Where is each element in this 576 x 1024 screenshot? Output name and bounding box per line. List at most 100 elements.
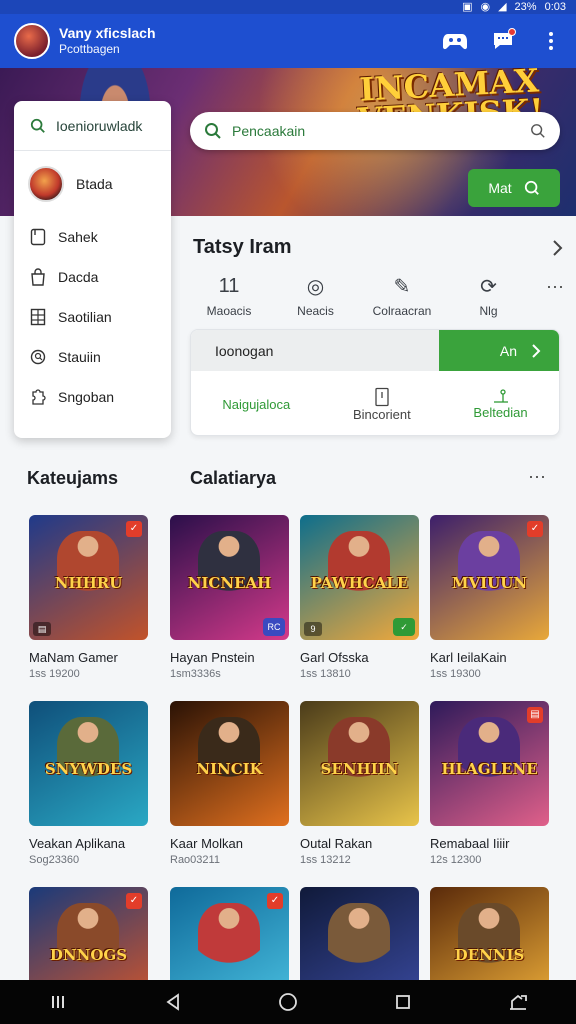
document-icon [375,387,389,406]
search-icon [30,118,45,133]
action-card: Ioonogan An Naigujaloca Bincorient Belte… [190,329,560,436]
game-corner-badge: ✓ [393,618,415,636]
game-thumbnail[interactable]: MVIUUN ✓ [430,515,549,640]
home-icon[interactable] [268,982,308,1022]
game-thumbnail[interactable]: PAWHCALE 9 ✓ [300,515,419,640]
action-card-button[interactable]: An [439,330,559,371]
game-card[interactable]: NINCIK Kaar Molkan Rao03211 [170,701,289,866]
quick-actions-header[interactable]: Tatsy Iram [193,236,563,259]
drawer-item-label: Sahek [58,229,98,245]
avatar [28,166,64,202]
drawer-user[interactable]: Btada [14,151,171,217]
quick-item-glyph: ◎ [306,275,325,298]
game-thumbnail[interactable]: HLAGLENE ▤ [430,701,549,826]
nfc-icon: ▣ [462,1,473,13]
game-downloads: Rao03211 [170,854,220,866]
action-card-cells: Naigujaloca Bincorient Beltedian [191,371,559,435]
game-card[interactable]: HLAGLENE ▤ Remabaal Iiiir 12s 12300 [430,701,549,866]
bookmark-icon [30,228,46,246]
game-controller-icon[interactable] [442,28,468,54]
game-thumbnail[interactable]: SNYWDES [29,701,148,826]
drawer-search[interactable]: Ioenioruwladk [14,101,171,151]
game-downloads: 1sm3336s [170,668,221,680]
search-input[interactable] [232,123,530,139]
search-circle-icon [30,349,46,365]
game-downloads: Sog23360 [29,854,80,866]
more-horiz-icon[interactable]: ··· [528,466,546,487]
back-icon[interactable] [153,982,193,1022]
app-avatar[interactable] [14,23,50,59]
game-logo-text: SENHIIN [320,760,399,778]
game-thumbnail[interactable]: NHHRU ✓ ▤ [29,515,148,640]
bag-icon [31,268,45,286]
drawer-search-text: Ioenioruwladk [56,117,143,134]
drawer-item-dacda[interactable]: Dacda [14,257,171,297]
quick-item-colraacran[interactable]: ✎ Colraacran [362,274,442,319]
game-downloads: 1ss 13810 [300,668,351,680]
game-thumbnail[interactable]: NINCIK [170,701,289,826]
drawer-item-label: Stauiin [58,349,101,365]
game-card[interactable]: SENHIIN Outal Rakan 1ss 13212 [300,701,419,866]
game-character-art [328,903,390,973]
drawer-item-sngoban[interactable]: Sngoban [14,377,171,417]
action-cell-beltedian[interactable]: Beltedian [473,388,528,420]
quick-item-glyph: ✎ [393,275,411,298]
game-card[interactable]: NICNEAH RC Hayan Pnstein 1sm3336s [170,515,289,680]
banner-action-button[interactable]: Mat [468,169,560,207]
drawer-item-saotilian[interactable]: Saotilian [14,297,171,337]
grid-doc-icon [30,308,46,326]
more-horiz-icon[interactable]: ··· [535,274,575,298]
app-title: Vany xficslach [59,25,156,41]
game-thumbnail[interactable]: SENHIIN [300,701,419,826]
quick-item-neacis[interactable]: ◎ Neacis [276,274,356,319]
game-logo-text: DENNIS [454,946,525,964]
signal-icon: ◢ [498,1,507,13]
drawer-item-label: Sngoban [58,389,115,405]
recents-icon[interactable] [38,982,78,1022]
quick-item-nlg[interactable]: ⟳ Nlg [449,274,529,319]
action-cell-naigujaloca[interactable]: Naigujaloca [222,397,290,412]
game-title: Kaar Molkan [170,836,243,851]
search-bar[interactable] [190,112,560,150]
status-bar: ▣ ◉ ◢ 23% 0:03 [0,0,576,14]
banner-action-label: Mat [488,180,512,196]
quick-item-glyph: ⟳ [480,275,497,298]
section-title-middle[interactable]: Calatiarya [190,468,276,489]
action-cell-label: Bincorient [352,406,411,422]
screen: ▣ ◉ ◢ 23% 0:03 Vany xficslach Pcottbagen [0,0,576,1024]
quick-item-label: Neacis [297,304,334,318]
game-logo-text: HLAGLENE [441,760,538,778]
action-card-label: Ioonogan [191,330,439,371]
battery-level: 23% [514,1,537,13]
drawer-item-sahek[interactable]: Sahek [14,217,171,257]
section-title-left[interactable]: Kateujams [27,468,118,489]
action-cell-bincorient[interactable]: Bincorient [353,387,411,422]
app-actions [442,28,564,54]
side-drawer: Ioenioruwladk Btada Sahek Dacda Saotilia… [14,101,171,438]
chevron-right-icon[interactable] [551,239,563,257]
game-card[interactable]: SNYWDES Veakan Aplikana Sog23360 [29,701,148,866]
game-badge-icon: ✓ [126,893,142,909]
action-cell-label: Beltedian [473,404,528,420]
quick-item-maoacis[interactable]: 11 Maoacis [189,274,269,319]
action-card-top: Ioonogan An [191,330,559,371]
quick-item-label: Maoacis [206,304,252,318]
game-thumbnail[interactable]: NICNEAH RC [170,515,289,640]
drawer-item-stauiin[interactable]: Stauiin [14,337,171,377]
game-title: Hayan Pnstein [170,650,255,665]
chat-icon[interactable] [490,28,516,54]
app-bar: Vany xficslach Pcottbagen [0,14,576,68]
game-card[interactable]: NHHRU ✓ ▤ MaNam Gamer 1ss 19200 [29,515,148,680]
game-card[interactable]: PAWHCALE 9 ✓ Garl Ofsska 1ss 13810 [300,515,419,680]
game-badge-icon: ✓ [126,521,142,537]
search-submit-icon[interactable] [530,123,546,139]
game-title: Garl Ofsska [300,650,369,665]
overview-icon[interactable] [383,982,423,1022]
game-card[interactable]: MVIUUN ✓ Karl IeilaKain 1ss 19300 [430,515,549,680]
screenshot-icon[interactable] [498,982,538,1022]
quick-item-label: Colraacran [372,304,432,318]
section-header: Kateujams Calatiarya ··· [0,464,576,494]
game-logo-text: MVIUUN [451,574,528,592]
more-vert-icon[interactable] [538,28,564,54]
game-title: Outal Rakan [300,836,373,851]
